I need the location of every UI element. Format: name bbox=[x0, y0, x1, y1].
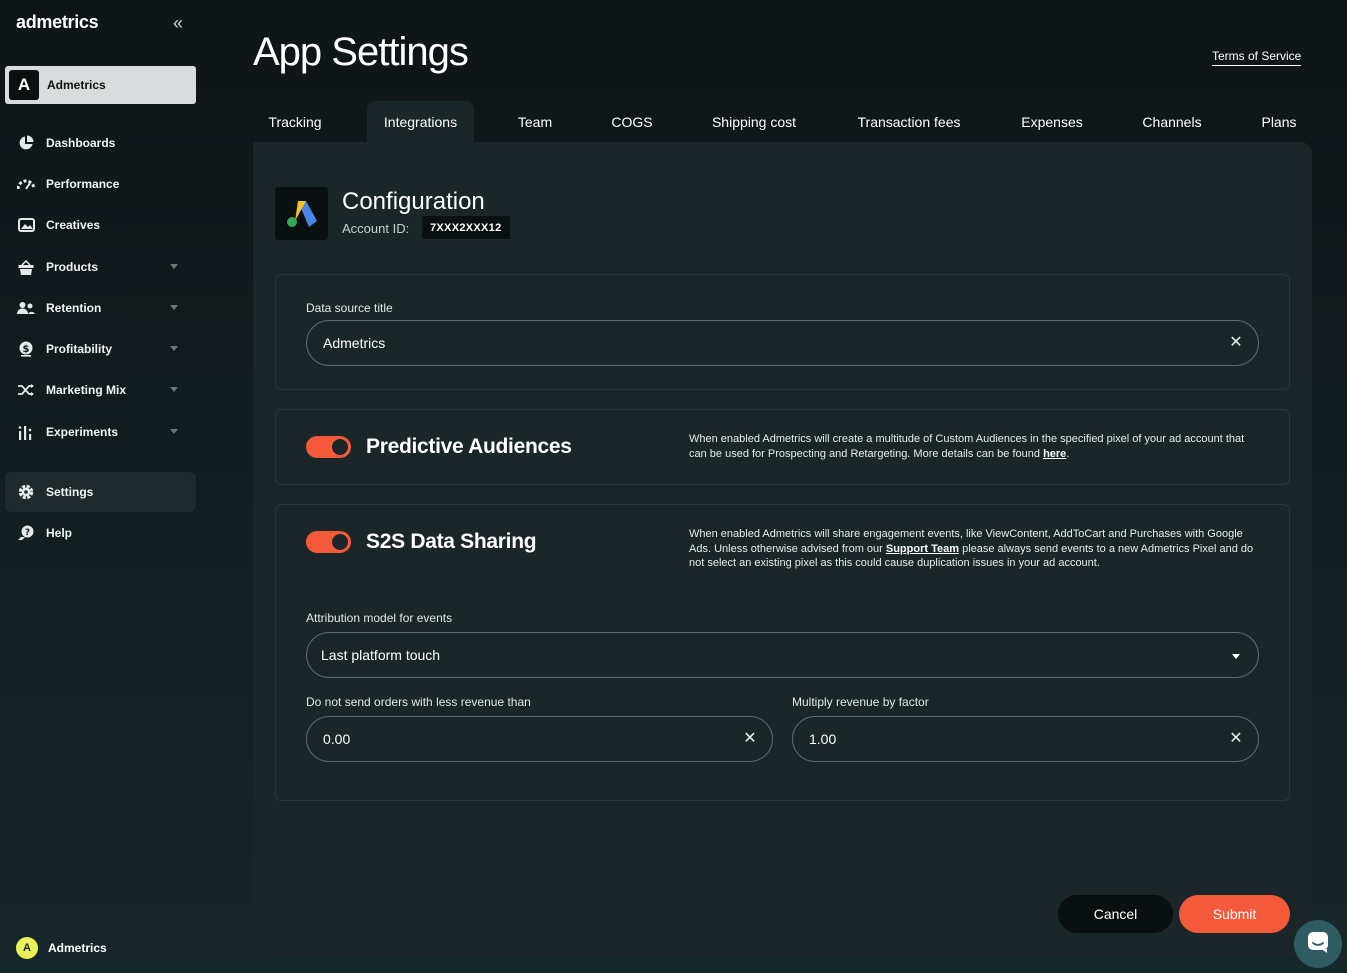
min-revenue-label: Do not send orders with less revenue tha… bbox=[306, 695, 531, 709]
configuration-title: Configuration bbox=[342, 188, 485, 215]
chevron-down-icon bbox=[170, 429, 178, 434]
tab-tracking[interactable]: Tracking bbox=[253, 101, 337, 142]
tab-team[interactable]: Team bbox=[501, 101, 569, 142]
toggle-knob bbox=[332, 439, 348, 455]
page-title: App Settings bbox=[253, 30, 469, 74]
chevron-down-icon bbox=[170, 305, 178, 310]
dollar-icon: $ bbox=[16, 339, 36, 359]
attribution-model-select[interactable]: Last platform touch bbox=[306, 632, 1259, 678]
bars-icon bbox=[16, 422, 36, 442]
description-end: . bbox=[1066, 447, 1070, 460]
svg-text:?: ? bbox=[25, 528, 30, 538]
toggle-knob bbox=[332, 534, 348, 550]
sidebar-item-label: Settings bbox=[46, 485, 94, 499]
description-text: When enabled Admetrics will create a mul… bbox=[689, 433, 1245, 460]
sidebar-item-label: Creatives bbox=[46, 218, 101, 232]
tab-transaction-fees[interactable]: Transaction fees bbox=[843, 101, 975, 142]
support-team-link[interactable]: Support Team bbox=[886, 543, 959, 555]
google-ads-icon bbox=[275, 187, 328, 240]
clear-icon[interactable]: ✕ bbox=[1228, 335, 1244, 351]
attribution-model-value: Last platform touch bbox=[321, 647, 441, 663]
basket-icon bbox=[16, 257, 36, 277]
tab-channels[interactable]: Channels bbox=[1130, 101, 1214, 142]
min-revenue-input[interactable]: 0.00 ✕ bbox=[306, 716, 773, 762]
sidebar-item-label: Marketing Mix bbox=[46, 383, 127, 397]
s2s-data-sharing-title: S2S Data Sharing bbox=[366, 530, 537, 553]
collapse-sidebar-icon[interactable]: « bbox=[168, 13, 188, 33]
chevron-down-icon bbox=[170, 346, 178, 351]
predictive-audiences-toggle[interactable] bbox=[306, 436, 351, 458]
data-source-input[interactable]: Admetrics ✕ bbox=[306, 320, 1259, 366]
svg-text:$: $ bbox=[23, 344, 30, 355]
sidebar-item-label: Retention bbox=[46, 301, 102, 315]
data-source-label: Data source title bbox=[306, 301, 393, 315]
predictive-audiences-card: Predictive Audiences When enabled Admetr… bbox=[275, 409, 1290, 485]
sidebar: admetrics « A Admetrics Dashboards Perfo… bbox=[0, 0, 210, 973]
image-icon bbox=[16, 215, 36, 235]
tab-cogs[interactable]: COGS bbox=[597, 101, 667, 142]
gear-icon bbox=[16, 482, 36, 502]
s2s-data-sharing-card: S2S Data Sharing When enabled Admetrics … bbox=[275, 504, 1290, 801]
chat-icon bbox=[1307, 931, 1329, 958]
help-icon: ? bbox=[16, 523, 36, 543]
sidebar-item-label: Dashboards bbox=[46, 136, 116, 150]
data-source-card: Data source title Admetrics ✕ bbox=[275, 274, 1290, 390]
account-id-label: Account ID: bbox=[342, 221, 410, 236]
sidebar-item-dashboards[interactable]: Dashboards bbox=[5, 123, 196, 163]
sidebar-item-label: Products bbox=[46, 260, 99, 274]
predictive-audiences-title: Predictive Audiences bbox=[366, 435, 572, 458]
submit-button[interactable]: Submit bbox=[1179, 895, 1290, 933]
tab-shipping-cost[interactable]: Shipping cost bbox=[698, 101, 810, 142]
tab-plans[interactable]: Plans bbox=[1249, 101, 1309, 142]
here-link[interactable]: here bbox=[1043, 448, 1066, 460]
sidebar-item-retention[interactable]: Retention bbox=[5, 288, 196, 328]
revenue-factor-input[interactable]: 1.00 ✕ bbox=[792, 716, 1259, 762]
cancel-button[interactable]: Cancel bbox=[1058, 895, 1173, 933]
gauge-icon bbox=[16, 174, 36, 194]
sidebar-item-creatives[interactable]: Creatives bbox=[5, 205, 196, 245]
data-source-value: Admetrics bbox=[323, 335, 386, 351]
sidebar-item-label: Help bbox=[46, 526, 73, 540]
sidebar-item-products[interactable]: Products bbox=[5, 247, 196, 287]
app-logo[interactable]: admetrics bbox=[16, 12, 99, 33]
sidebar-item-label: Profitability bbox=[46, 342, 113, 356]
shuffle-icon bbox=[16, 380, 36, 400]
predictive-audiences-description: When enabled Admetrics will create a mul… bbox=[689, 432, 1259, 461]
revenue-factor-label: Multiply revenue by factor bbox=[792, 695, 929, 709]
s2s-data-sharing-description: When enabled Admetrics will share engage… bbox=[689, 527, 1259, 571]
workspace-label: Admetrics bbox=[47, 78, 106, 92]
chat-launcher[interactable] bbox=[1294, 920, 1342, 968]
user-name: Admetrics bbox=[48, 941, 107, 955]
s2s-data-sharing-toggle[interactable] bbox=[306, 531, 351, 553]
workspace-switcher[interactable]: A Admetrics bbox=[5, 66, 196, 104]
chevron-down-icon bbox=[170, 264, 178, 269]
sidebar-item-marketing-mix[interactable]: Marketing Mix bbox=[5, 370, 196, 410]
tab-expenses[interactable]: Expenses bbox=[1010, 101, 1094, 142]
sidebar-item-settings[interactable]: Settings bbox=[5, 472, 196, 512]
user-menu[interactable]: A Admetrics bbox=[16, 937, 107, 959]
clear-icon[interactable]: ✕ bbox=[1228, 731, 1244, 747]
min-revenue-value: 0.00 bbox=[323, 731, 351, 747]
integration-panel: Configuration Account ID: 7XXX2XXX12 Dat… bbox=[253, 142, 1312, 955]
clear-icon[interactable]: ✕ bbox=[742, 731, 758, 747]
revenue-factor-value: 1.00 bbox=[809, 731, 837, 747]
tab-integrations[interactable]: Integrations bbox=[367, 101, 474, 142]
sidebar-item-performance[interactable]: Performance bbox=[5, 164, 196, 204]
sidebar-item-label: Performance bbox=[46, 177, 120, 191]
sidebar-item-label: Experiments bbox=[46, 425, 119, 439]
chevron-down-icon bbox=[1232, 654, 1240, 659]
avatar: A bbox=[16, 937, 38, 959]
sidebar-item-help[interactable]: ? Help bbox=[5, 513, 196, 553]
account-id-value: 7XXX2XXX12 bbox=[422, 216, 510, 239]
users-icon bbox=[16, 298, 36, 318]
sidebar-item-experiments[interactable]: Experiments bbox=[5, 412, 196, 452]
chevron-down-icon bbox=[170, 387, 178, 392]
terms-of-service-link[interactable]: Terms of Service bbox=[1212, 49, 1302, 66]
attribution-model-label: Attribution model for events bbox=[306, 611, 453, 625]
workspace-badge: A bbox=[9, 70, 39, 100]
pie-chart-icon bbox=[16, 133, 36, 153]
settings-tabs: Tracking Integrations Team COGS Shipping… bbox=[253, 101, 1312, 142]
sidebar-item-profitability[interactable]: $ Profitability bbox=[5, 329, 196, 369]
